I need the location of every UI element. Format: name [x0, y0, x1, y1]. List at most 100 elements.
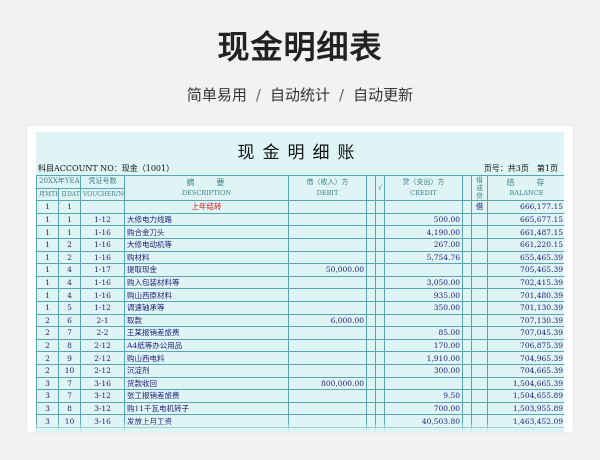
row-check [375, 275, 385, 290]
row-voucher: 3-12 [80, 389, 125, 403]
row-voucher: 2-2 [80, 326, 125, 340]
header-month: 月MTH [36, 187, 59, 202]
row-voucher: 3-16 [80, 376, 125, 391]
row-spacer [366, 300, 376, 315]
table-row: 1 1 1-16 购合金刀头 4,190.00 661,487.15 [36, 225, 564, 239]
row-description: 大修电动机等 [124, 237, 289, 252]
hero-title: 现金明细表 [217, 28, 383, 66]
row-dc [471, 401, 488, 416]
row-spacer [462, 225, 472, 239]
row-day: 5 [58, 300, 81, 315]
header-balance-cn: 结 存 [506, 178, 547, 188]
row-balance: 701,480.39 [487, 288, 564, 302]
row-spacer [366, 351, 376, 365]
row-dc: 借 [471, 200, 488, 214]
row-month: 2 [36, 363, 59, 378]
header-credit-en: CREDIT [410, 189, 437, 198]
row-description: A4纸等办公用品 [124, 338, 289, 353]
row-spacer [462, 212, 472, 227]
row-description: 购11千瓦电机转子 [124, 401, 289, 416]
row-spacer [462, 389, 472, 403]
row-month: 2 [36, 351, 59, 365]
row-dc [471, 288, 488, 302]
row-spacer [366, 326, 376, 340]
row-check [375, 363, 385, 378]
row-voucher: 2-1 [80, 313, 125, 328]
row-balance: 704,965.39 [487, 351, 564, 365]
row-spacer [462, 313, 472, 328]
row-spacer [366, 250, 376, 265]
row-spacer [366, 237, 376, 252]
row-day: 9 [58, 351, 81, 365]
row-check [375, 401, 385, 416]
row-month: 3 [36, 389, 59, 403]
header-row-1: 20XX年YEAR 凭证号数 摘 要 DESCRIPTION 借（收入）方 DEBI… [36, 174, 564, 202]
row-spacer [366, 225, 376, 239]
row-credit: 267.00 [384, 237, 463, 252]
hero-banner: 现金明细表 简单易用 / 自动统计 / 自动更新 [0, 0, 600, 130]
row-credit: 700.00 [384, 401, 463, 416]
row-day: 2 [58, 237, 81, 252]
header-credit: 贷（支出）方 CREDIT [384, 174, 463, 202]
row-description: 调速轴承等 [124, 300, 289, 315]
tag-auto-update: 自动更新 [353, 86, 414, 104]
row-dc [471, 275, 488, 290]
row-month: 1 [36, 225, 59, 239]
row-check [375, 376, 385, 391]
header-voucher-no: VOUCHER/NO [80, 187, 125, 202]
row-spacer [366, 338, 376, 353]
row-month: 2 [36, 313, 59, 328]
table-row: 2 7 2-2 王某报销差旅费 85.00 707,045.39 [36, 326, 564, 340]
row-spacer [366, 275, 376, 290]
tag-separator: / [339, 86, 345, 104]
row-credit: 300.00 [384, 363, 463, 378]
header-spacer [462, 174, 472, 202]
row-check [375, 225, 385, 239]
row-month: 1 [36, 288, 59, 302]
row-spacer [462, 237, 472, 252]
row-balance: 1,503,955.89 [487, 401, 564, 416]
hero-tagline: 简单易用 / 自动统计 / 自动更新 [0, 84, 600, 105]
row-description: 购入包装材料等 [124, 275, 289, 290]
row-month: 2 [36, 338, 59, 353]
row-check [375, 313, 385, 328]
header-voucher: 凭证号数 [80, 175, 125, 189]
row-balance: 706,875.39 [487, 338, 564, 353]
row-description: 提取现金 [124, 263, 289, 277]
table-row: 3 7 3-16 货款收回 800,000.00 1,504,665.39 [36, 376, 564, 391]
row-debit [288, 326, 367, 340]
row-check [375, 250, 385, 265]
row-description: 王某报销差旅费 [124, 326, 289, 340]
row-month: 3 [36, 401, 59, 416]
row-spacer [462, 200, 472, 214]
table-row: 2 9 2-12 购山西电料 1,910.00 704,965.39 [36, 351, 564, 365]
row-voucher: 1-17 [80, 263, 125, 277]
row-spacer [462, 363, 472, 378]
row-debit [288, 237, 367, 252]
row-voucher: 2-12 [80, 363, 125, 378]
row-month: 1 [36, 300, 59, 315]
row-debit [288, 389, 367, 403]
row-check [375, 389, 385, 403]
row-credit: 5,754.76 [384, 250, 463, 265]
row-day: 1 [58, 225, 81, 239]
row-day: 2 [58, 250, 81, 265]
row-spacer [366, 200, 376, 214]
row-debit: 50,000.00 [288, 263, 367, 277]
row-description: 购山西电料 [124, 351, 289, 365]
row-description: 购山西原材料 [124, 288, 289, 302]
spreadsheet-preview: 现金明细账 科目ACCOUNT NO：现金（1001） 页号：共3页 第1页 20… [36, 132, 564, 432]
page-info: 页号：共3页 第1页 [476, 163, 558, 174]
row-voucher: 1-12 [80, 300, 125, 315]
row-credit: 3,050.00 [384, 275, 463, 290]
row-description: 大修电力线路 [124, 212, 289, 227]
row-debit [288, 250, 367, 265]
header-balance: 结 存 BALANCE [487, 174, 564, 202]
row-spacer [366, 401, 376, 416]
row-voucher: 1-16 [80, 275, 125, 290]
header-summary: 摘 要 DESCRIPTION [124, 174, 289, 202]
row-spacer [462, 401, 472, 416]
row-debit [288, 363, 367, 378]
ledger-body: 11上年结转借666,177.15√111-12大修电力线路500.00665,… [36, 200, 564, 432]
row-dc [471, 351, 488, 365]
